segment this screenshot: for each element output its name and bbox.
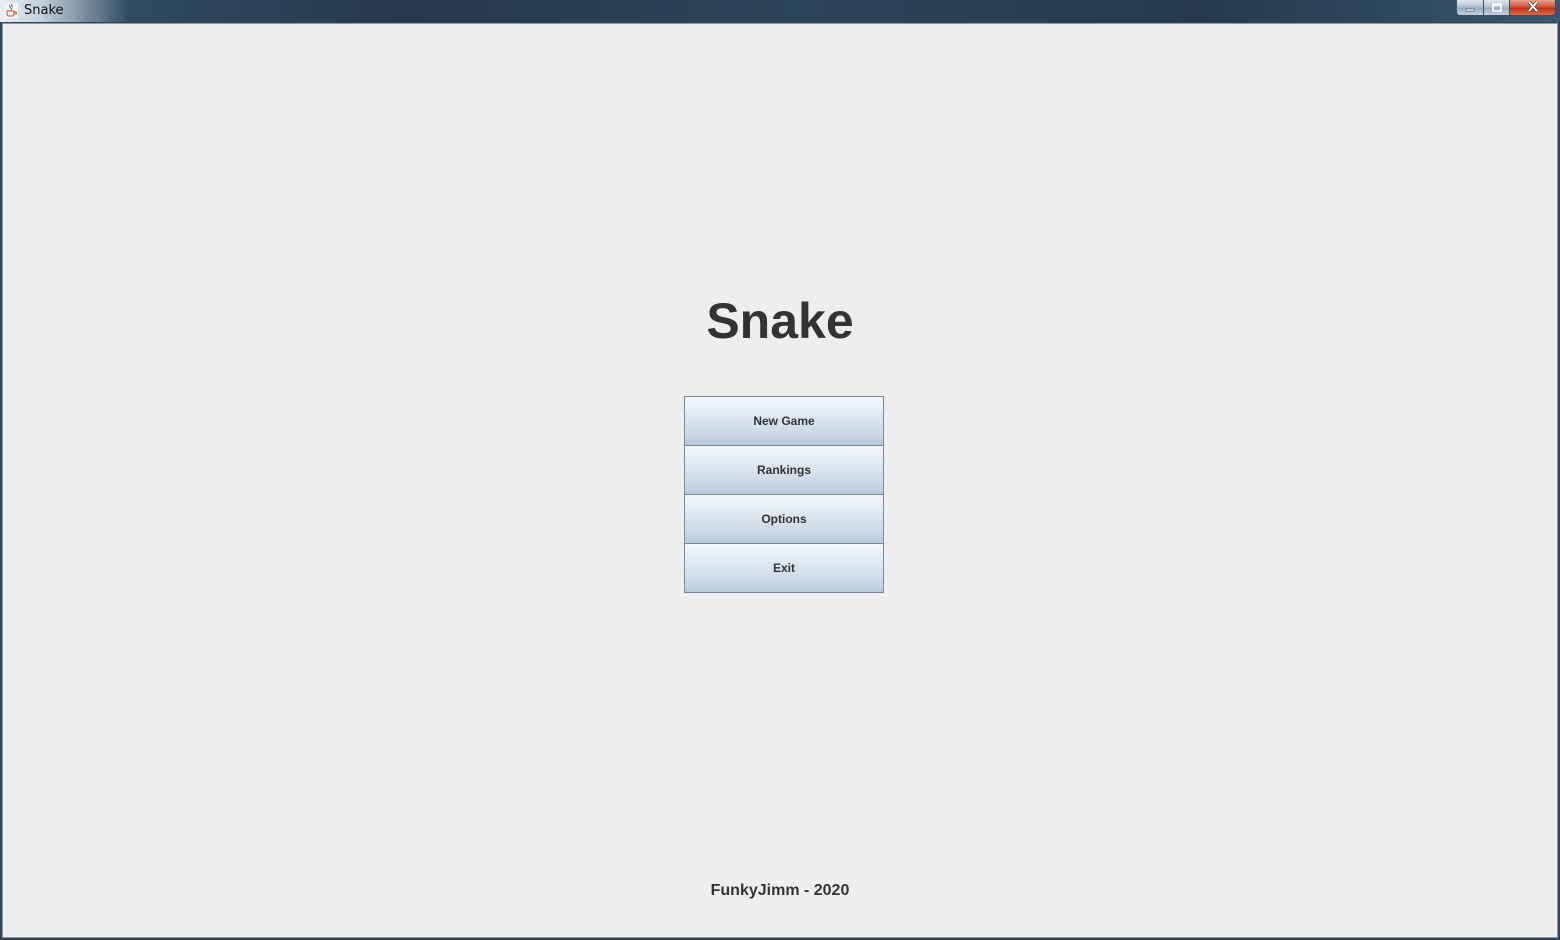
maximize-button[interactable] xyxy=(1484,0,1510,16)
maximize-icon xyxy=(1491,0,1502,17)
close-button[interactable] xyxy=(1510,0,1556,16)
app-window: Snake Snake New Game Rankings Options Ex… xyxy=(0,0,1560,940)
main-menu: New Game Rankings Options Exit xyxy=(684,396,884,593)
title-bar[interactable]: Snake xyxy=(0,0,1560,22)
java-cup-icon xyxy=(4,3,18,18)
footer-credits: FunkyJimm - 2020 xyxy=(710,882,850,899)
exit-button[interactable]: Exit xyxy=(684,543,884,593)
new-game-button[interactable]: New Game xyxy=(684,396,884,446)
window-title: Snake xyxy=(24,3,64,18)
close-icon xyxy=(1527,0,1539,17)
game-title: Snake xyxy=(706,293,854,349)
minimize-icon xyxy=(1465,0,1475,17)
main-panel: Snake New Game Rankings Options Exit Fun… xyxy=(2,23,1558,938)
window-controls xyxy=(1456,0,1556,18)
rankings-button[interactable]: Rankings xyxy=(684,445,884,495)
minimize-button[interactable] xyxy=(1456,0,1484,16)
options-button[interactable]: Options xyxy=(684,494,884,544)
